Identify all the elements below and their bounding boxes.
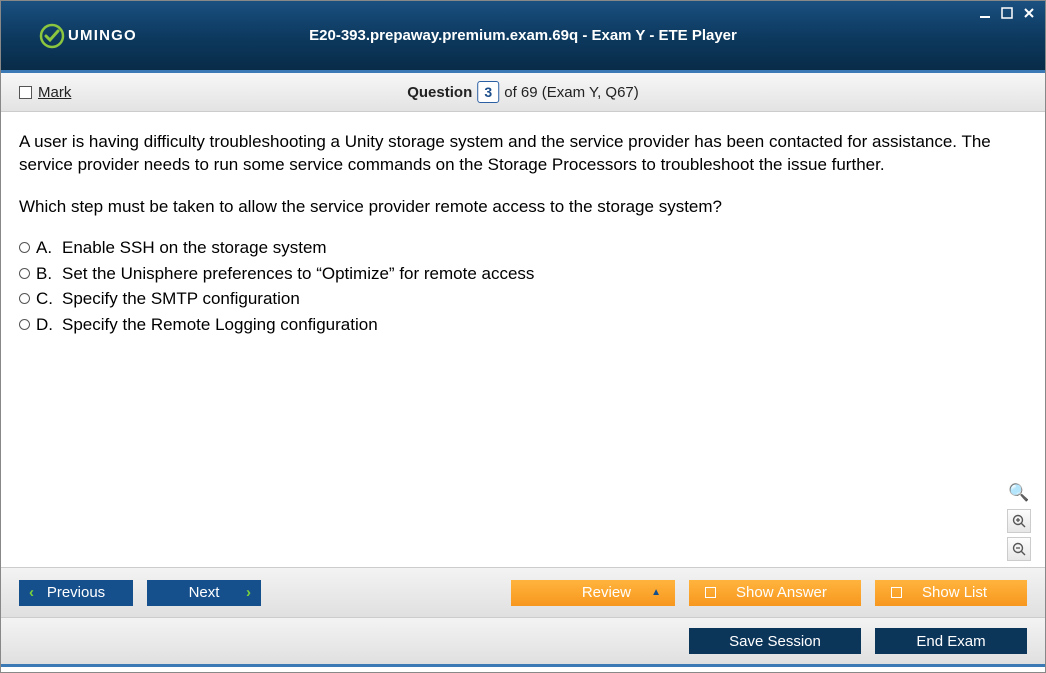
show-list-label: Show List	[922, 584, 987, 601]
mark-label: Mark	[38, 84, 71, 101]
option-text: Specify the Remote Logging configuration	[62, 313, 378, 336]
option-c[interactable]: C. Specify the SMTP configuration	[19, 287, 1027, 310]
window-title: E20-393.prepaway.premium.exam.69q - Exam…	[309, 27, 737, 44]
save-session-label: Save Session	[729, 633, 821, 650]
next-label: Next	[189, 584, 220, 601]
option-letter: C.	[36, 287, 56, 310]
show-list-button[interactable]: Show List	[875, 580, 1027, 606]
option-text: Set the Unisphere preferences to “Optimi…	[62, 262, 534, 285]
zoom-in-icon[interactable]	[1007, 509, 1031, 533]
radio-icon[interactable]	[19, 268, 30, 279]
question-word: Question	[407, 84, 472, 101]
answer-options: A. Enable SSH on the storage system B. S…	[19, 236, 1027, 336]
minimize-icon[interactable]	[977, 5, 993, 21]
mark-checkbox[interactable]: Mark	[19, 84, 71, 101]
zoom-out-icon[interactable]	[1007, 537, 1031, 561]
square-icon	[705, 587, 716, 598]
previous-button[interactable]: ‹ Previous	[19, 580, 133, 606]
question-paragraph-1: A user is having difficulty troubleshoot…	[19, 130, 1027, 177]
window-controls	[977, 5, 1037, 21]
radio-icon[interactable]	[19, 293, 30, 304]
option-a[interactable]: A. Enable SSH on the storage system	[19, 236, 1027, 259]
triangle-up-icon: ▲	[651, 587, 661, 598]
chevron-right-icon: ›	[246, 584, 251, 601]
chevron-left-icon: ‹	[29, 584, 34, 601]
session-bar: Save Session End Exam	[1, 617, 1045, 667]
title-bar: UMINGO E20-393.prepaway.premium.exam.69q…	[1, 1, 1045, 73]
review-button[interactable]: Review ▲	[511, 580, 675, 606]
square-icon	[891, 587, 902, 598]
question-paragraph-2: Which step must be taken to allow the se…	[19, 195, 1027, 218]
question-toolbar: Mark Question of 69 (Exam Y, Q67)	[1, 73, 1045, 112]
radio-icon[interactable]	[19, 319, 30, 330]
radio-icon[interactable]	[19, 242, 30, 253]
question-indicator: Question of 69 (Exam Y, Q67)	[407, 81, 639, 103]
show-answer-button[interactable]: Show Answer	[689, 580, 861, 606]
checkbox-icon[interactable]	[19, 86, 32, 99]
nav-bar: ‹ Previous Next › Review ▲ Show Answer S…	[1, 567, 1045, 617]
option-b[interactable]: B. Set the Unisphere preferences to “Opt…	[19, 262, 1027, 285]
zoom-controls: 🔍	[1007, 481, 1031, 561]
option-d[interactable]: D. Specify the Remote Logging configurat…	[19, 313, 1027, 336]
review-label: Review	[582, 584, 631, 601]
logo-check-icon	[39, 23, 65, 49]
end-exam-button[interactable]: End Exam	[875, 628, 1027, 654]
search-icon[interactable]: 🔍	[1007, 481, 1031, 505]
previous-label: Previous	[47, 584, 105, 601]
save-session-button[interactable]: Save Session	[689, 628, 861, 654]
option-text: Enable SSH on the storage system	[62, 236, 327, 259]
option-text: Specify the SMTP configuration	[62, 287, 300, 310]
next-button[interactable]: Next ›	[147, 580, 261, 606]
question-content: A user is having difficulty troubleshoot…	[1, 112, 1045, 567]
option-letter: B.	[36, 262, 56, 285]
end-exam-label: End Exam	[916, 633, 985, 650]
app-logo: UMINGO	[39, 23, 137, 49]
maximize-icon[interactable]	[999, 5, 1015, 21]
question-suffix: of 69 (Exam Y, Q67)	[504, 84, 639, 101]
close-icon[interactable]	[1021, 5, 1037, 21]
question-number-input[interactable]	[477, 81, 499, 103]
logo-text: UMINGO	[68, 27, 137, 44]
option-letter: A.	[36, 236, 56, 259]
show-answer-label: Show Answer	[736, 584, 827, 601]
option-letter: D.	[36, 313, 56, 336]
